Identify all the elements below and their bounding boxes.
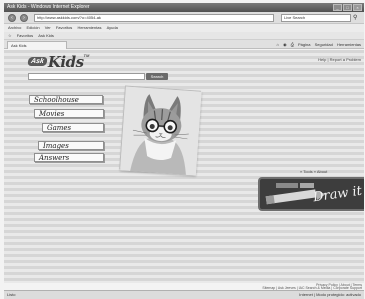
menu-item[interactable]: Herramientas: [77, 25, 101, 30]
star-icon[interactable]: ☆: [8, 33, 12, 38]
browser-window: Ask Kids - Windows Internet Explorer _ □…: [0, 0, 365, 299]
minimize-button[interactable]: _: [333, 4, 342, 11]
menu-item[interactable]: Archivo: [8, 25, 21, 30]
favorites-bar: ☆ Favoritos Ask Kids: [4, 32, 364, 40]
tools-menu[interactable]: Herramientas: [337, 42, 361, 47]
cat-illustration: [119, 85, 202, 176]
menu-item[interactable]: Ayuda: [107, 25, 118, 30]
search-button[interactable]: Search: [146, 73, 168, 80]
page-content: Help | Report a Problem Ask KidsTM Search…: [4, 50, 364, 283]
nav-schoolhouse[interactable]: Schoolhouse: [29, 95, 103, 104]
search-icon[interactable]: ⚲: [353, 14, 357, 22]
page-menu[interactable]: Página: [298, 42, 310, 47]
favorites-button[interactable]: Favoritos: [17, 33, 33, 38]
menu-item[interactable]: Edición: [26, 25, 39, 30]
menu-item[interactable]: Favoritos: [56, 25, 72, 30]
command-bar: ⌂ ◉ ⎙ Página Seguridad Herramientas: [274, 40, 361, 49]
maximize-button[interactable]: □: [343, 4, 352, 11]
tab-ask-kids[interactable]: Ask Kids: [7, 41, 67, 49]
ask-kids-logo[interactable]: Ask KidsTM: [27, 53, 90, 71]
menu-bar: Archivo Edición Ver Favoritos Herramient…: [4, 24, 364, 32]
logo-tm: TM: [83, 53, 90, 58]
favorite-link[interactable]: Ask Kids: [38, 33, 54, 38]
nav-images[interactable]: Images: [38, 141, 104, 150]
logo-kids: Kids: [47, 53, 84, 71]
nav-movies[interactable]: Movies: [34, 109, 104, 118]
tab-label: Ask Kids: [11, 43, 27, 48]
close-button[interactable]: ×: [353, 4, 362, 11]
zone-indicator: Internet | Modo protegido: activado: [299, 292, 361, 297]
nav-games[interactable]: Games: [42, 123, 104, 132]
title-bar: Ask Kids - Windows Internet Explorer _ □…: [4, 3, 364, 12]
menu-item[interactable]: Ver: [45, 25, 51, 30]
window-controls: _ □ ×: [333, 4, 362, 11]
feeds-icon[interactable]: ◉: [283, 42, 287, 47]
search-input[interactable]: [28, 73, 145, 80]
window-title: Ask Kids - Windows Internet Explorer: [7, 4, 90, 10]
address-row: ‹ › http://www.askkids.com/?o=4054-ak Li…: [4, 12, 364, 24]
tool-links[interactable]: » Tools » About: [300, 169, 327, 174]
draw-it-banner[interactable]: Draw it: [258, 177, 364, 211]
print-icon[interactable]: ⎙: [291, 42, 294, 47]
safety-menu[interactable]: Seguridad: [315, 42, 333, 47]
cat-with-glasses-image: [120, 86, 202, 176]
nav-answers[interactable]: Answers: [34, 153, 104, 162]
help-links[interactable]: Help | Report a Problem: [318, 57, 361, 62]
tab-bar: Ask Kids ⌂ ◉ ⎙ Página Seguridad Herramie…: [4, 40, 364, 49]
logo-ask: Ask: [27, 57, 48, 66]
back-button[interactable]: ‹: [8, 14, 16, 22]
status-text: Listo: [7, 292, 16, 297]
status-bar: Listo Internet | Modo protegido: activad…: [4, 290, 364, 299]
home-icon[interactable]: ⌂: [277, 42, 279, 47]
page-footer: Privacy Policy | About | Terms Sitemap |…: [4, 283, 364, 290]
browser-search-input[interactable]: Live Search: [281, 14, 351, 22]
forward-button[interactable]: ›: [20, 14, 28, 22]
address-bar[interactable]: http://www.askkids.com/?o=4054-ak: [34, 14, 274, 22]
